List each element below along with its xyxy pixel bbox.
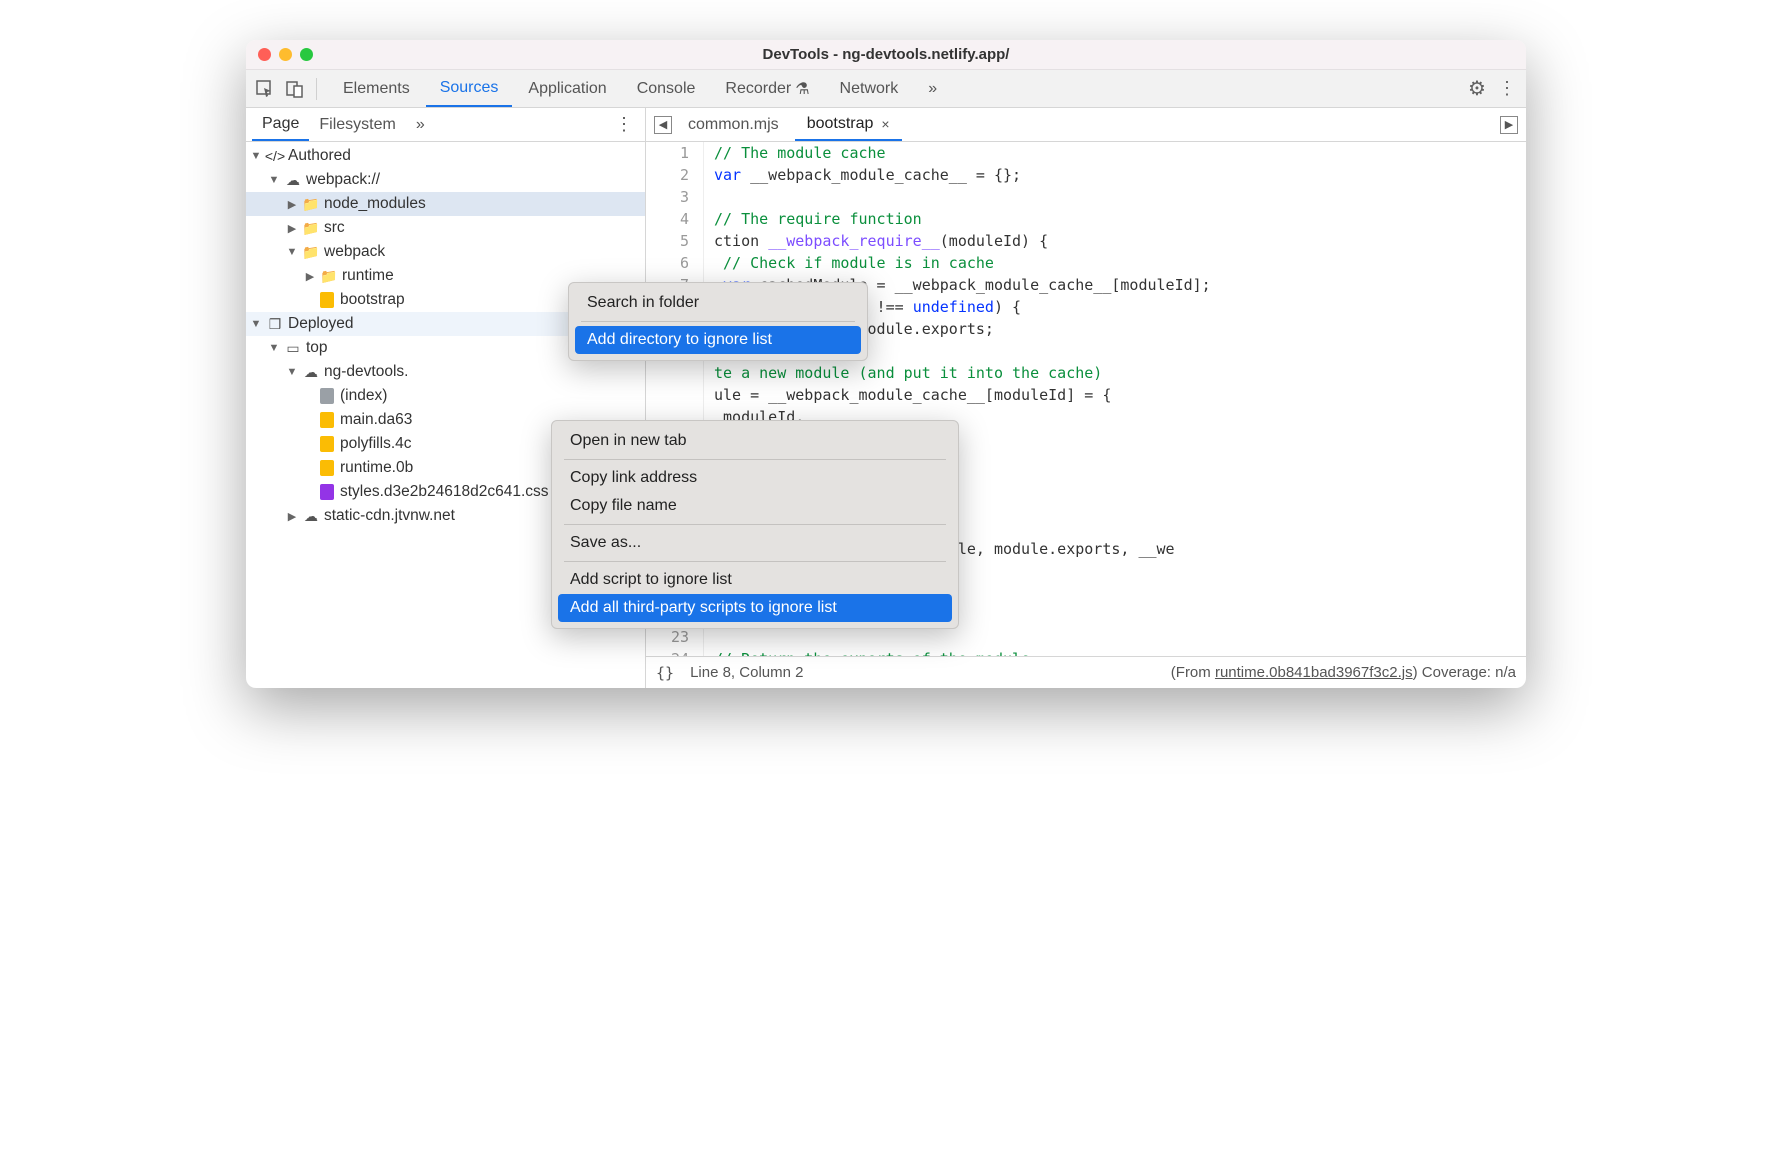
file-tab-bootstrap[interactable]: bootstrap× xyxy=(795,109,902,141)
cloud-icon: ☁ xyxy=(302,507,320,525)
deployed-icon: ❒ xyxy=(266,315,284,333)
gear-icon[interactable]: ⚙ xyxy=(1464,76,1490,102)
tree-index[interactable]: (index) xyxy=(246,384,645,408)
tab-console[interactable]: Console xyxy=(623,71,710,107)
nav-fwd-icon[interactable]: ▶ xyxy=(1500,116,1518,134)
file-tabs: ◀ common.mjs bootstrap× ▶ xyxy=(646,108,1526,142)
folder-icon: 📁 xyxy=(320,267,338,285)
source-link[interactable]: runtime.0b841bad3967f3c2.js xyxy=(1215,664,1413,681)
tree-authored[interactable]: ▼</>Authored xyxy=(246,144,645,168)
sidebar-kebab-icon[interactable]: ⋮ xyxy=(603,114,645,135)
menu-save-as[interactable]: Save as... xyxy=(558,529,952,557)
separator xyxy=(316,78,317,100)
inspect-icon[interactable] xyxy=(252,76,278,102)
nav-back-icon[interactable]: ◀ xyxy=(654,116,672,134)
cursor-position: Line 8, Column 2 xyxy=(690,664,803,681)
js-file-icon xyxy=(320,436,334,452)
js-file-icon xyxy=(320,412,334,428)
coverage-info: (From runtime.0b841bad3967f3c2.js) Cover… xyxy=(1171,664,1516,681)
sidebar-more-icon[interactable]: » xyxy=(406,110,435,140)
tab-application[interactable]: Application xyxy=(514,71,620,107)
menu-add-dir-ignore[interactable]: Add directory to ignore list xyxy=(575,326,861,354)
sidebar-tab-page[interactable]: Page xyxy=(252,109,309,141)
sidebar-tabs: Page Filesystem » ⋮ xyxy=(246,108,645,142)
code-icon: </> xyxy=(266,147,284,165)
panel-tabs: Elements Sources Application Console Rec… xyxy=(329,71,1460,107)
folder-icon: 📁 xyxy=(302,243,320,261)
tab-elements[interactable]: Elements xyxy=(329,71,424,107)
menu-separator xyxy=(564,459,946,460)
tab-network[interactable]: Network xyxy=(826,71,913,107)
sidebar-tab-filesystem[interactable]: Filesystem xyxy=(309,110,405,140)
file-context-menu: Open in new tab Copy link address Copy f… xyxy=(551,420,959,629)
menu-add-script-ignore[interactable]: Add script to ignore list xyxy=(558,566,952,594)
titlebar: DevTools - ng-devtools.netlify.app/ xyxy=(246,40,1526,70)
menu-open-tab[interactable]: Open in new tab xyxy=(558,427,952,455)
kebab-icon[interactable]: ⋮ xyxy=(1494,76,1520,102)
js-file-icon xyxy=(320,292,334,308)
tree-webpack-dir[interactable]: ▼📁webpack xyxy=(246,240,645,264)
file-icon xyxy=(320,388,334,404)
tree-src[interactable]: ▶📁src xyxy=(246,216,645,240)
devtools-window: DevTools - ng-devtools.netlify.app/ Elem… xyxy=(246,40,1526,688)
js-file-icon xyxy=(320,460,334,476)
window-title: DevTools - ng-devtools.netlify.app/ xyxy=(246,46,1526,63)
tab-recorder[interactable]: Recorder ⚗ xyxy=(711,71,823,107)
more-tabs-icon[interactable]: » xyxy=(914,71,951,107)
cloud-icon: ☁ xyxy=(302,363,320,381)
menu-separator xyxy=(564,524,946,525)
css-file-icon xyxy=(320,484,334,500)
folder-context-menu: Search in folder Add directory to ignore… xyxy=(568,282,868,361)
menu-search-folder[interactable]: Search in folder xyxy=(575,289,861,317)
pretty-print-icon[interactable]: {} xyxy=(656,664,674,682)
folder-icon: 📁 xyxy=(302,195,320,213)
main-toolbar: Elements Sources Application Console Rec… xyxy=(246,70,1526,108)
frame-icon: ▭ xyxy=(284,339,302,357)
menu-copy-name[interactable]: Copy file name xyxy=(558,492,952,520)
device-icon[interactable] xyxy=(282,76,308,102)
tree-ngdevtools[interactable]: ▼☁ng-devtools. xyxy=(246,360,645,384)
tree-webpack-scheme[interactable]: ▼☁webpack:// xyxy=(246,168,645,192)
folder-icon: 📁 xyxy=(302,219,320,237)
menu-add-all-ignore[interactable]: Add all third-party scripts to ignore li… xyxy=(558,594,952,622)
menu-separator xyxy=(581,321,855,322)
flask-icon: ⚗ xyxy=(795,79,809,99)
tab-sources[interactable]: Sources xyxy=(426,71,513,107)
close-icon[interactable]: × xyxy=(881,116,889,132)
menu-separator xyxy=(564,561,946,562)
cloud-icon: ☁ xyxy=(284,171,302,189)
menu-copy-link[interactable]: Copy link address xyxy=(558,464,952,492)
editor-footer: {} Line 8, Column 2 (From runtime.0b841b… xyxy=(646,656,1526,688)
file-tab-common[interactable]: common.mjs xyxy=(676,110,791,140)
tree-node-modules[interactable]: ▶📁node_modules xyxy=(246,192,645,216)
